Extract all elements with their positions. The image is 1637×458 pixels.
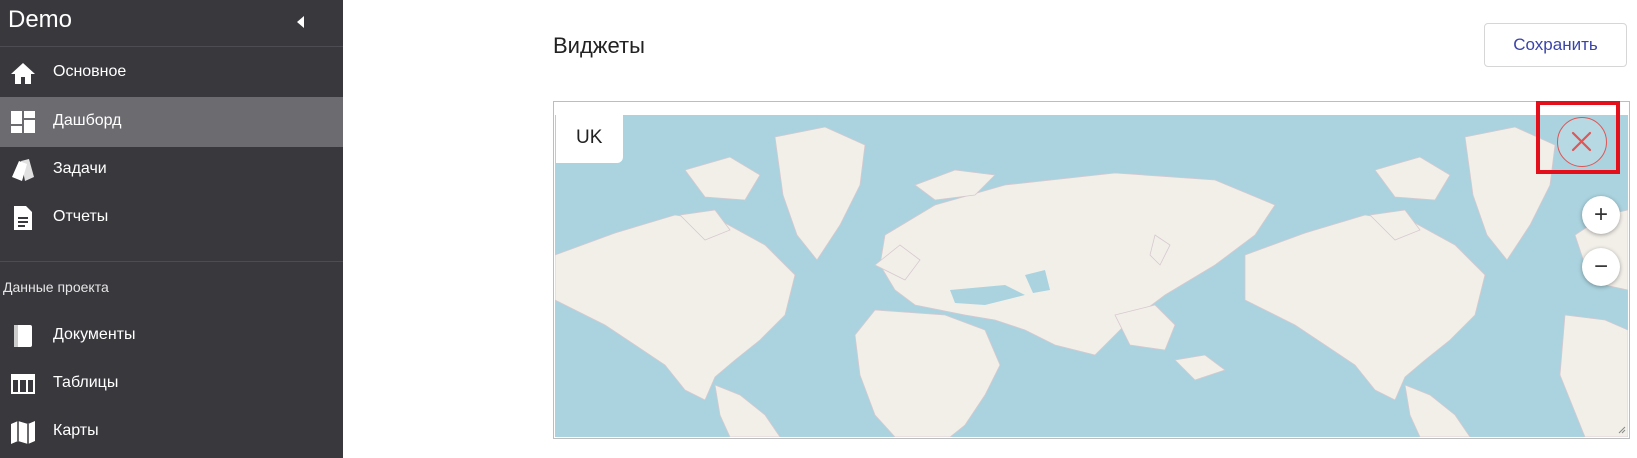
remove-widget-button[interactable] (1557, 117, 1607, 167)
save-button[interactable]: Сохранить (1484, 23, 1627, 67)
sidebar-item-label: Основное (53, 63, 127, 80)
sidebar-item-label: Карты (53, 422, 99, 439)
book-icon (14, 325, 32, 347)
sidebar-item-label: Дашборд (53, 112, 122, 129)
page-title: Виджеты (553, 33, 645, 58)
map-widget: UK (553, 101, 1630, 439)
map-icon (11, 421, 35, 444)
app-title: Demo (8, 6, 73, 33)
caret-left-icon[interactable] (292, 12, 310, 32)
dashboard-icon (11, 111, 35, 133)
minus-icon: − (1593, 253, 1608, 280)
resize-handle-icon[interactable] (1616, 424, 1626, 434)
sidebar-item-tables[interactable]: Таблицы (0, 359, 343, 409)
sidebar-item-dashboard[interactable]: Дашборд (0, 97, 343, 147)
sidebar-item-documents[interactable]: Документы (0, 311, 343, 361)
world-map[interactable] (555, 115, 1628, 437)
widget-tab[interactable]: UK (556, 115, 623, 163)
home-icon (11, 63, 35, 84)
zoom-in-button[interactable]: + (1582, 196, 1620, 234)
close-icon (1571, 131, 1592, 152)
sidebar-item-label: Таблицы (53, 374, 119, 391)
sidebar-item-label: Документы (53, 326, 136, 343)
zoom-out-button[interactable]: − (1582, 248, 1620, 286)
sidebar-item-maps[interactable]: Карты (0, 407, 343, 457)
sidebar-item-label: Отчеты (53, 208, 109, 225)
tags-icon (12, 159, 34, 181)
sidebar-item-reports[interactable]: Отчеты (0, 193, 343, 243)
widget-tab-label: UK (576, 127, 603, 148)
plus-icon: + (1593, 201, 1608, 228)
document-icon (14, 206, 32, 230)
sidebar-header: Demo (0, 0, 343, 47)
table-icon (11, 374, 35, 394)
sidebar-divider (0, 261, 343, 262)
section-label: Данные проекта (3, 279, 109, 295)
sidebar-item-label: Задачи (53, 160, 107, 177)
sidebar-item-main[interactable]: Основное (0, 48, 343, 98)
sidebar-item-tasks[interactable]: Задачи (0, 145, 343, 195)
sidebar: Demo Основное Дашборд Задачи Отчеты Данн… (0, 0, 343, 458)
